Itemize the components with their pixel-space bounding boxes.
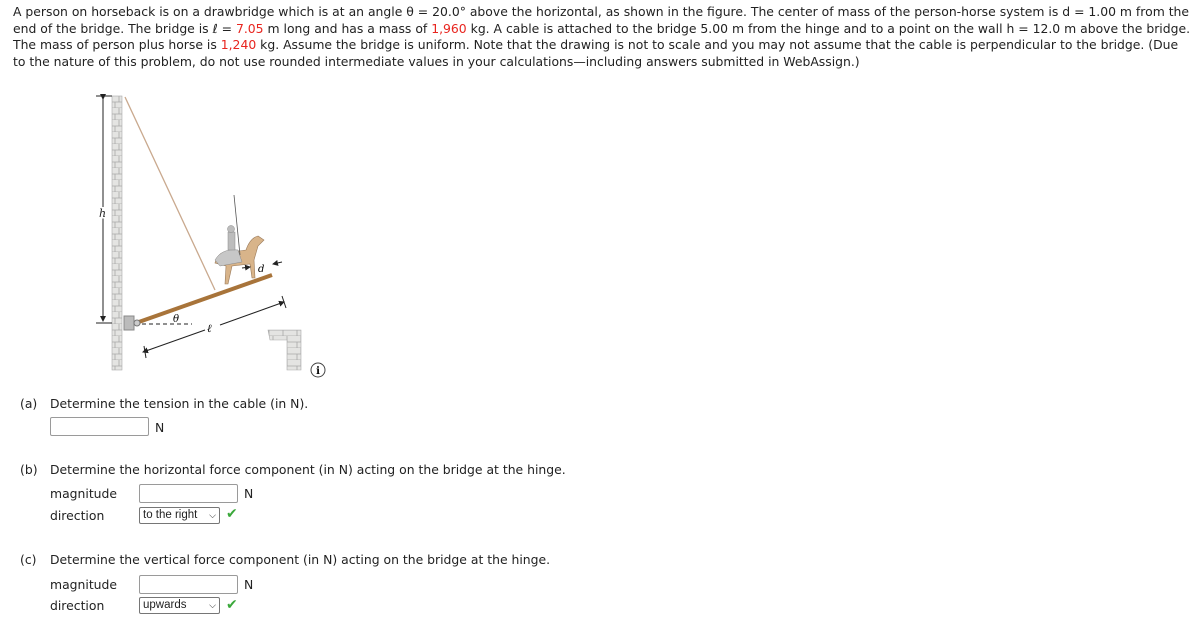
- bridge-mass-value: 1,960: [431, 20, 467, 36]
- unit-label: N: [244, 486, 254, 501]
- part-a-question: Determine the tension in the cable (in N…: [50, 396, 309, 411]
- part-a-label: (a): [20, 396, 38, 411]
- castle-wall: [111, 95, 123, 371]
- vertical-magnitude-input[interactable]: [139, 575, 238, 594]
- drawbridge-figure: h h θ d ℓ i: [96, 94, 326, 378]
- part-b-question: Determine the horizontal force component…: [50, 462, 566, 477]
- l-label: ℓ: [207, 322, 212, 335]
- tension-input[interactable]: [50, 417, 149, 436]
- horizontal-direction-select[interactable]: to the right ⌵: [139, 507, 220, 524]
- magnitude-label: magnitude: [50, 486, 118, 501]
- magnitude-label: magnitude: [50, 577, 118, 592]
- hinge: [123, 315, 135, 331]
- checkmark-icon: ✔: [226, 506, 238, 522]
- chevron-down-icon: ⌵: [209, 600, 216, 610]
- part-c-label: (c): [20, 552, 37, 567]
- horse-rider-icon: [214, 194, 265, 285]
- svg-text:i: i: [316, 366, 320, 377]
- far-ledge: [267, 329, 302, 371]
- checkmark-icon: ✔: [226, 597, 238, 613]
- horizontal-magnitude-input[interactable]: [139, 484, 238, 503]
- direction-label: direction: [50, 508, 105, 523]
- bridge: [135, 273, 273, 325]
- h-label: h: [99, 207, 106, 220]
- theta-label: θ: [173, 314, 179, 325]
- vertical-direction-select[interactable]: upwards ⌵: [139, 597, 220, 614]
- unit-label: N: [244, 577, 254, 592]
- cable: [124, 96, 216, 291]
- unit-label: N: [155, 420, 165, 435]
- direction-label: direction: [50, 598, 105, 613]
- l-dimension: [142, 329, 206, 354]
- part-c-question: Determine the vertical force component (…: [50, 552, 551, 567]
- part-b-label: (b): [20, 462, 38, 477]
- d-label: d: [258, 264, 264, 275]
- chevron-down-icon: ⌵: [209, 510, 216, 520]
